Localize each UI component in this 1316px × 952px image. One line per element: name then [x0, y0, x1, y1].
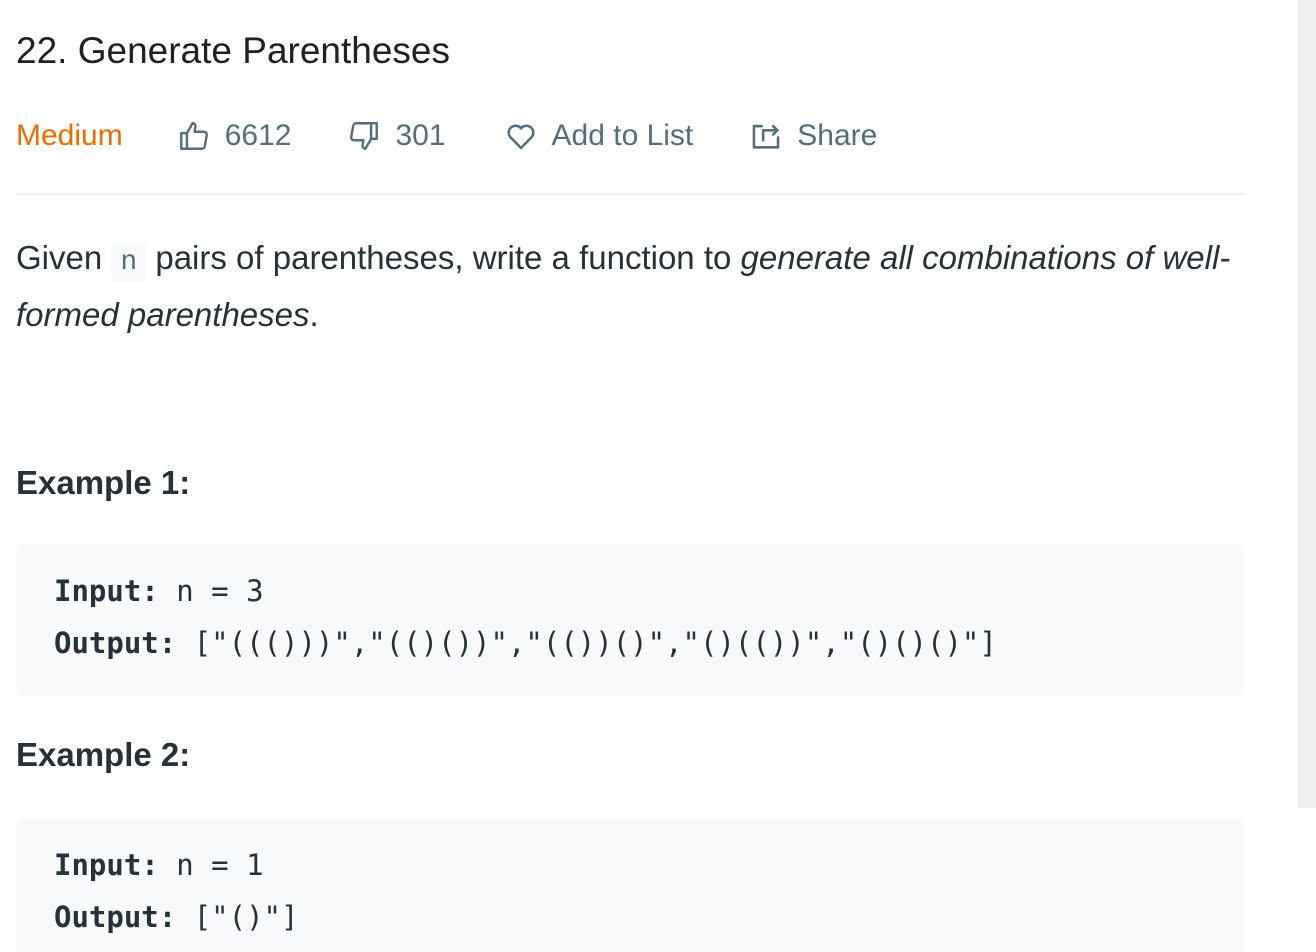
output-value: ["()"]	[193, 900, 299, 934]
dislike-button[interactable]: 301	[347, 119, 446, 153]
input-value: n = 1	[176, 848, 264, 882]
scrollbar[interactable]	[1298, 0, 1316, 808]
thumbs-up-icon	[177, 119, 211, 153]
output-value: ["((()))","(()())","(())()","()(())","()…	[193, 626, 997, 660]
problem-description: Given n pairs of parentheses, write a fu…	[16, 232, 1256, 341]
difficulty-label: Medium	[16, 119, 123, 152]
add-to-list-label: Add to List	[551, 119, 694, 152]
example-2-code-block: Input: n = 1 Output: ["()"]	[16, 818, 1244, 952]
divider	[16, 193, 1244, 195]
example-2-heading: Example 2:	[16, 736, 191, 773]
share-icon	[749, 119, 783, 153]
problem-meta-bar: Medium 6612 301 Add to List Share	[16, 112, 877, 160]
description-prefix: Given	[16, 239, 112, 276]
input-label: Input:	[54, 574, 159, 608]
share-label: Share	[797, 119, 878, 152]
like-button[interactable]: 6612	[177, 119, 292, 153]
description-middle: pairs of parentheses, write a function t…	[146, 239, 741, 276]
page-title: 22. Generate Parentheses	[16, 30, 451, 71]
example-2-input-line: Input: n = 1	[54, 848, 264, 882]
example-1-heading: Example 1:	[16, 464, 191, 501]
example-1-code-block: Input: n = 3 Output: ["((()))","(()())",…	[16, 544, 1244, 697]
input-value: n = 3	[176, 574, 264, 608]
like-count: 6612	[224, 119, 292, 152]
example-1-output-line: Output: ["((()))","(()())","(())()","()(…	[54, 626, 997, 660]
output-label: Output:	[54, 626, 177, 660]
description-suffix: .	[309, 296, 319, 333]
add-to-list-button[interactable]: Add to List	[504, 119, 694, 153]
output-label: Output:	[54, 900, 177, 934]
heart-icon	[504, 119, 538, 153]
inline-code-n: n	[111, 243, 147, 282]
dislike-count: 301	[395, 119, 446, 152]
input-label: Input:	[54, 848, 159, 882]
thumbs-down-icon	[347, 119, 381, 153]
share-button[interactable]: Share	[749, 119, 877, 153]
example-2-output-line: Output: ["()"]	[54, 900, 298, 934]
example-1-input-line: Input: n = 3	[54, 574, 264, 608]
